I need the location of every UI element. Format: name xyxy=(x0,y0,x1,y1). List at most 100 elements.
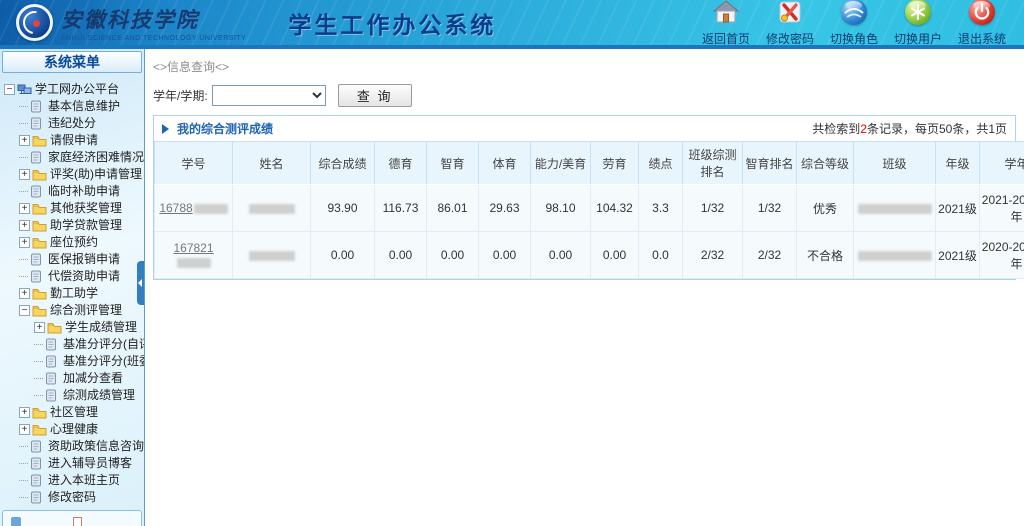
table-cell: 1/32 xyxy=(683,185,743,232)
results-panel: 我的综合测评成绩 共检索到2条记录，每页50条，共1页 学号姓名综合成绩德育智育… xyxy=(153,115,1016,280)
change-password-button[interactable]: 修改密码 xyxy=(758,0,822,47)
tree-connector xyxy=(34,378,43,379)
page-icon xyxy=(30,474,45,487)
expand-toggle-icon[interactable]: + xyxy=(19,169,30,180)
tree-item[interactable]: +心理健康 xyxy=(2,421,144,438)
switch-role-icon xyxy=(841,0,867,25)
tree-item[interactable]: 基准分评分(自评) xyxy=(2,336,144,353)
tree-item-label: 座位预约 xyxy=(50,234,98,251)
page-title: 学生工作办公系统 xyxy=(288,6,496,40)
tree-item[interactable]: 代偿资助申请 xyxy=(2,268,144,285)
sidebar-title: 系统菜单 xyxy=(2,51,142,73)
expand-toggle-icon[interactable]: + xyxy=(34,322,45,333)
filter-row: 学年/学期: 查 询 xyxy=(151,77,1024,113)
expand-toggle-icon[interactable]: + xyxy=(19,237,30,248)
tree-item[interactable]: 临时补助申请 xyxy=(2,183,144,200)
table-cell: 1/32 xyxy=(743,185,797,232)
record-summary: 共检索到2条记录，每页50条，共1页 xyxy=(812,120,1007,137)
logout-button[interactable]: 退出系统 xyxy=(950,0,1014,47)
page-icon xyxy=(30,491,45,504)
page-icon xyxy=(30,151,45,164)
tree-item-label: 代偿资助申请 xyxy=(48,268,120,285)
tree-item[interactable]: +其他获奖管理 xyxy=(2,200,144,217)
sidebar-footer-bar[interactable] xyxy=(2,510,142,526)
tree-item-label: 家庭经济困难情况查看 xyxy=(48,149,144,166)
switch-user-button[interactable]: 切换用户 xyxy=(886,0,950,47)
tree-item[interactable]: +社区管理 xyxy=(2,404,144,421)
table-cell: 16788 xyxy=(155,185,233,232)
triangle-icon xyxy=(162,124,169,134)
tree-item-label: 资助政策信息咨询 xyxy=(48,438,144,455)
table-cell: 2/32 xyxy=(683,232,743,279)
tree-item-label: 勤工助学 xyxy=(50,285,98,302)
tree-item-label: 基准分评分(班委) xyxy=(63,353,144,370)
tree-item[interactable]: + 勤工助学 xyxy=(2,285,144,302)
column-header: 班级 xyxy=(854,142,936,185)
column-header: 德育 xyxy=(375,142,427,185)
tree-item[interactable]: +学生成绩管理 xyxy=(2,319,144,336)
tree-item[interactable]: 资助政策信息咨询 xyxy=(2,438,144,455)
expand-toggle-icon[interactable]: − xyxy=(19,305,30,316)
column-header: 综合成绩 xyxy=(311,142,375,185)
tree-connector xyxy=(19,480,28,481)
tree-item[interactable]: 基准分评分(班委) xyxy=(2,353,144,370)
student-id-link[interactable]: 167821 xyxy=(173,241,213,269)
tree-item[interactable]: +请假申请 xyxy=(2,132,144,149)
table-cell: 116.73 xyxy=(375,185,427,232)
folder-icon xyxy=(32,219,47,232)
tree-item[interactable]: 加减分查看 xyxy=(2,370,144,387)
tree-item[interactable]: − 综合测评管理 xyxy=(2,302,144,319)
logout-label: 退出系统 xyxy=(950,30,1014,47)
year-term-select[interactable] xyxy=(212,85,326,106)
switch-role-label: 切换角色 xyxy=(822,30,886,47)
expand-toggle-icon[interactable]: + xyxy=(19,424,30,435)
expand-toggle-icon[interactable]: + xyxy=(19,220,30,231)
tree-item[interactable]: 家庭经济困难情况查看 xyxy=(2,149,144,166)
sidebar: 系统菜单 − 学工网办公平台基本信息维护违纪处分+请假申请家庭经济困难情况查看+评… xyxy=(0,49,145,526)
student-id-link[interactable]: 16788 xyxy=(159,201,227,215)
tree-item[interactable]: +评奖(助)申请管理 xyxy=(2,166,144,183)
footer-mini-icon xyxy=(11,517,21,526)
page-icon xyxy=(45,389,60,402)
tree-item[interactable]: +助学贷款管理 xyxy=(2,217,144,234)
home-icon xyxy=(713,0,739,25)
expand-toggle-icon[interactable]: − xyxy=(4,84,15,95)
table-cell xyxy=(233,232,311,279)
tree-item[interactable]: 综测成绩管理 xyxy=(2,387,144,404)
logout-icon xyxy=(969,0,995,25)
switch-user-label: 切换用户 xyxy=(886,30,950,47)
school-subtitle: ANHUI SCIENCE AND TECHNOLOGY UNIVERSITY xyxy=(61,35,246,42)
masked-text xyxy=(858,204,932,214)
change-password-icon xyxy=(777,0,803,25)
sidebar-collapse-handle[interactable] xyxy=(137,261,144,305)
folder-icon xyxy=(32,168,47,181)
tree-item[interactable]: 医保报销申请 xyxy=(2,251,144,268)
expand-toggle-icon[interactable]: + xyxy=(19,288,30,299)
tree-item-label: 综合测评管理 xyxy=(50,302,122,319)
folder-icon xyxy=(32,287,47,300)
table-cell: 2/32 xyxy=(743,232,797,279)
search-button[interactable]: 查 询 xyxy=(338,84,412,107)
tree-item[interactable]: + 座位预约 xyxy=(2,234,144,251)
tree-item-label: 临时补助申请 xyxy=(48,183,120,200)
breadcrumb: <>信息查询<> xyxy=(151,49,1024,77)
tree-item[interactable]: 基本信息维护 xyxy=(2,98,144,115)
tree-item[interactable]: 违纪处分 xyxy=(2,115,144,132)
column-header: 年级 xyxy=(936,142,980,185)
expand-toggle-icon[interactable]: + xyxy=(19,203,30,214)
table-cell xyxy=(233,185,311,232)
page-icon xyxy=(30,440,45,453)
tree-item[interactable]: 修改密码 xyxy=(2,489,144,506)
home-button[interactable]: 返回首页 xyxy=(694,0,758,47)
tree-item[interactable]: 进入辅导员博客 xyxy=(2,455,144,472)
tree-item-label: 学工网办公平台 xyxy=(35,81,119,98)
switch-role-button[interactable]: 切换角色 xyxy=(822,0,886,47)
column-header: 班级综测排名 xyxy=(683,142,743,185)
folder-icon xyxy=(32,202,47,215)
tree-item[interactable]: − 学工网办公平台 xyxy=(2,81,144,98)
expand-toggle-icon[interactable]: + xyxy=(19,135,30,146)
tree-item[interactable]: 进入本班主页 xyxy=(2,472,144,489)
table-cell: 0.0 xyxy=(639,232,683,279)
expand-toggle-icon[interactable]: + xyxy=(19,407,30,418)
folder-icon xyxy=(32,304,47,317)
